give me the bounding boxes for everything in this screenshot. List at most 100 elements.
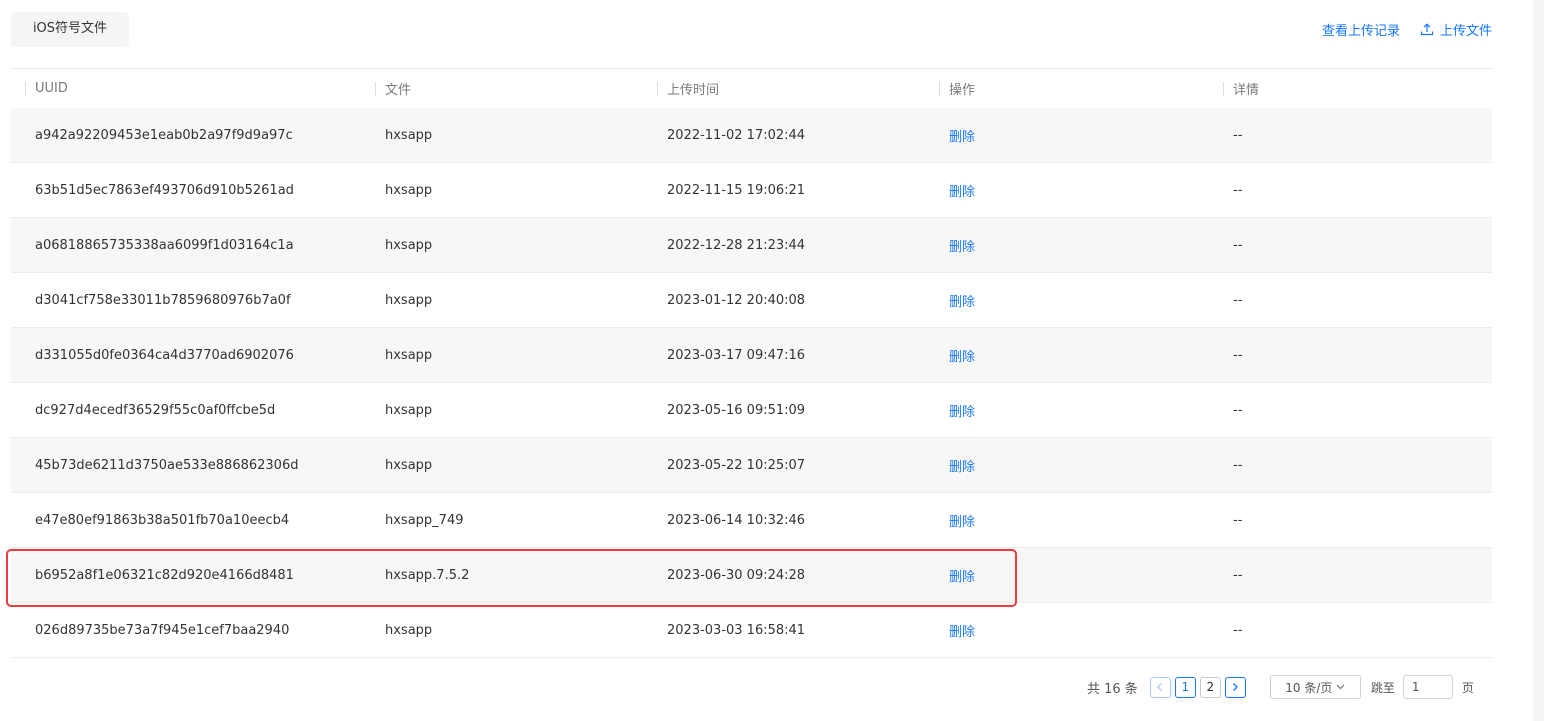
detail-cell: --: [1233, 457, 1243, 473]
file-cell: hxsapp.7.5.2: [385, 567, 470, 583]
column-header-upload-time: 上传时间: [643, 69, 925, 108]
tab-ios-symbol-files[interactable]: iOS符号文件: [11, 12, 129, 47]
column-separator: [1223, 82, 1224, 96]
table-row: d331055d0fe0364ca4d3770ad6902076 hxsapp …: [11, 328, 1492, 383]
column-label: 详情: [1233, 83, 1260, 98]
action-cell: 删除: [925, 438, 1209, 492]
pagination: 共 16 条 1 2 10 条/页 跳至 页: [1087, 675, 1474, 699]
column-header-uuid: UUID: [11, 69, 361, 108]
symbol-file-table: UUID 文件 上传时间 操作 详情 a942a92209453e1eab0b2…: [11, 68, 1492, 658]
file-cell: hxsapp: [385, 237, 433, 253]
upload-time-cell: 2023-05-16 09:51:09: [667, 402, 806, 418]
uuid-cell: 026d89735be73a7f945e1cef7baa2940: [35, 622, 290, 638]
file-cell: hxsapp: [385, 182, 433, 198]
detail-cell: --: [1233, 182, 1243, 198]
delete-button[interactable]: 删除: [949, 181, 975, 200]
column-label: UUID: [35, 81, 68, 96]
uuid-cell: 45b73de6211d3750ae533e886862306d: [35, 457, 299, 473]
vertical-scrollbar[interactable]: [1533, 0, 1544, 721]
column-separator: [939, 82, 940, 96]
page-button-2[interactable]: 2: [1199, 676, 1221, 698]
upload-time-cell: 2023-03-03 16:58:41: [667, 622, 806, 638]
detail-cell: --: [1233, 622, 1243, 638]
table-row: 026d89735be73a7f945e1cef7baa2940 hxsapp …: [11, 603, 1492, 658]
delete-button[interactable]: 删除: [949, 346, 975, 365]
column-label: 文件: [385, 83, 412, 98]
table-row: e47e80ef91863b38a501fb70a10eecb4 hxsapp_…: [11, 493, 1492, 548]
action-cell: 删除: [925, 108, 1209, 162]
page: iOS符号文件 查看上传记录 上传文件 UUID 文件 上传时间 操作 详情 a…: [0, 0, 1544, 721]
column-header-details: 详情: [1209, 69, 1492, 108]
detail-cell: --: [1233, 127, 1243, 143]
uuid-cell: e47e80ef91863b38a501fb70a10eecb4: [35, 512, 290, 528]
detail-cell: --: [1233, 292, 1243, 308]
delete-button[interactable]: 删除: [949, 621, 975, 640]
uuid-cell: a06818865735338aa6099f1d03164c1a: [35, 237, 294, 253]
column-separator: [657, 82, 658, 96]
column-separator: [25, 82, 26, 96]
action-cell: 删除: [925, 493, 1209, 547]
delete-button[interactable]: 删除: [949, 456, 975, 475]
action-cell: 删除: [925, 383, 1209, 437]
uuid-cell: a942a92209453e1eab0b2a97f9d9a97c: [35, 127, 293, 143]
delete-button[interactable]: 删除: [949, 126, 975, 145]
file-cell: hxsapp: [385, 127, 433, 143]
delete-button[interactable]: 删除: [949, 401, 975, 420]
action-cell: 删除: [925, 548, 1209, 602]
total-count: 共 16 条: [1087, 681, 1138, 697]
action-cell: 删除: [925, 218, 1209, 272]
action-cell: 删除: [925, 603, 1209, 657]
chevron-down-icon: [1336, 684, 1345, 690]
upload-file-button[interactable]: 上传文件: [1420, 20, 1492, 39]
header-actions: 查看上传记录 上传文件: [1322, 19, 1492, 39]
uuid-cell: b6952a8f1e06321c82d920e4166d8481: [35, 567, 294, 583]
action-cell: 删除: [925, 273, 1209, 327]
table-row: 63b51d5ec7863ef493706d910b5261ad hxsapp …: [11, 163, 1492, 218]
table-header: UUID 文件 上传时间 操作 详情: [11, 68, 1492, 108]
table-row: a942a92209453e1eab0b2a97f9d9a97c hxsapp …: [11, 108, 1492, 163]
delete-button[interactable]: 删除: [949, 566, 975, 585]
upload-file-label: 上传文件: [1439, 23, 1492, 39]
column-label: 上传时间: [667, 83, 720, 98]
table-row: d3041cf758e33011b7859680976b7a0f hxsapp …: [11, 273, 1492, 328]
jump-page-input[interactable]: [1402, 675, 1453, 699]
delete-button[interactable]: 删除: [949, 511, 975, 530]
detail-cell: --: [1233, 512, 1243, 528]
upload-time-cell: 2022-11-02 17:02:44: [667, 127, 806, 143]
file-cell: hxsapp_749: [385, 512, 464, 528]
jump-to-label: 跳至: [1370, 680, 1395, 695]
column-separator: [375, 82, 376, 96]
file-cell: hxsapp: [385, 402, 433, 418]
page-button-1[interactable]: 1: [1174, 676, 1196, 698]
upload-time-cell: 2022-12-28 21:23:44: [667, 237, 806, 253]
view-upload-records-link[interactable]: 查看上传记录: [1322, 20, 1400, 39]
upload-time-cell: 2022-11-15 19:06:21: [667, 182, 806, 198]
uuid-cell: d331055d0fe0364ca4d3770ad6902076: [35, 347, 294, 363]
chevron-right-icon: [1233, 683, 1239, 691]
uuid-cell: 63b51d5ec7863ef493706d910b5261ad: [35, 182, 294, 198]
upload-time-cell: 2023-03-17 09:47:16: [667, 347, 806, 363]
table-row: dc927d4ecedf36529f55c0af0ffcbe5d hxsapp …: [11, 383, 1492, 438]
column-header-actions: 操作: [925, 69, 1209, 108]
page-size-value: 10 条/页: [1285, 680, 1333, 695]
column-label: 操作: [949, 83, 976, 98]
prev-page-button[interactable]: [1149, 676, 1171, 698]
chevron-left-icon: [1157, 683, 1163, 691]
upload-time-cell: 2023-01-12 20:40:08: [667, 292, 806, 308]
table-row: 45b73de6211d3750ae533e886862306d hxsapp …: [11, 438, 1492, 493]
detail-cell: --: [1233, 402, 1243, 418]
detail-cell: --: [1233, 237, 1243, 253]
page-size-select[interactable]: 10 条/页: [1269, 675, 1361, 699]
detail-cell: --: [1233, 347, 1243, 363]
delete-button[interactable]: 删除: [949, 236, 975, 255]
file-cell: hxsapp: [385, 292, 433, 308]
column-header-file: 文件: [361, 69, 643, 108]
upload-time-cell: 2023-05-22 10:25:07: [667, 457, 806, 473]
table-row-highlighted: b6952a8f1e06321c82d920e4166d8481 hxsapp.…: [11, 548, 1492, 603]
detail-cell: --: [1233, 567, 1243, 583]
delete-button[interactable]: 删除: [949, 291, 975, 310]
uuid-cell: dc927d4ecedf36529f55c0af0ffcbe5d: [35, 402, 276, 418]
uuid-cell: d3041cf758e33011b7859680976b7a0f: [35, 292, 291, 308]
next-page-button[interactable]: [1224, 676, 1246, 698]
page-suffix-label: 页: [1461, 680, 1474, 695]
